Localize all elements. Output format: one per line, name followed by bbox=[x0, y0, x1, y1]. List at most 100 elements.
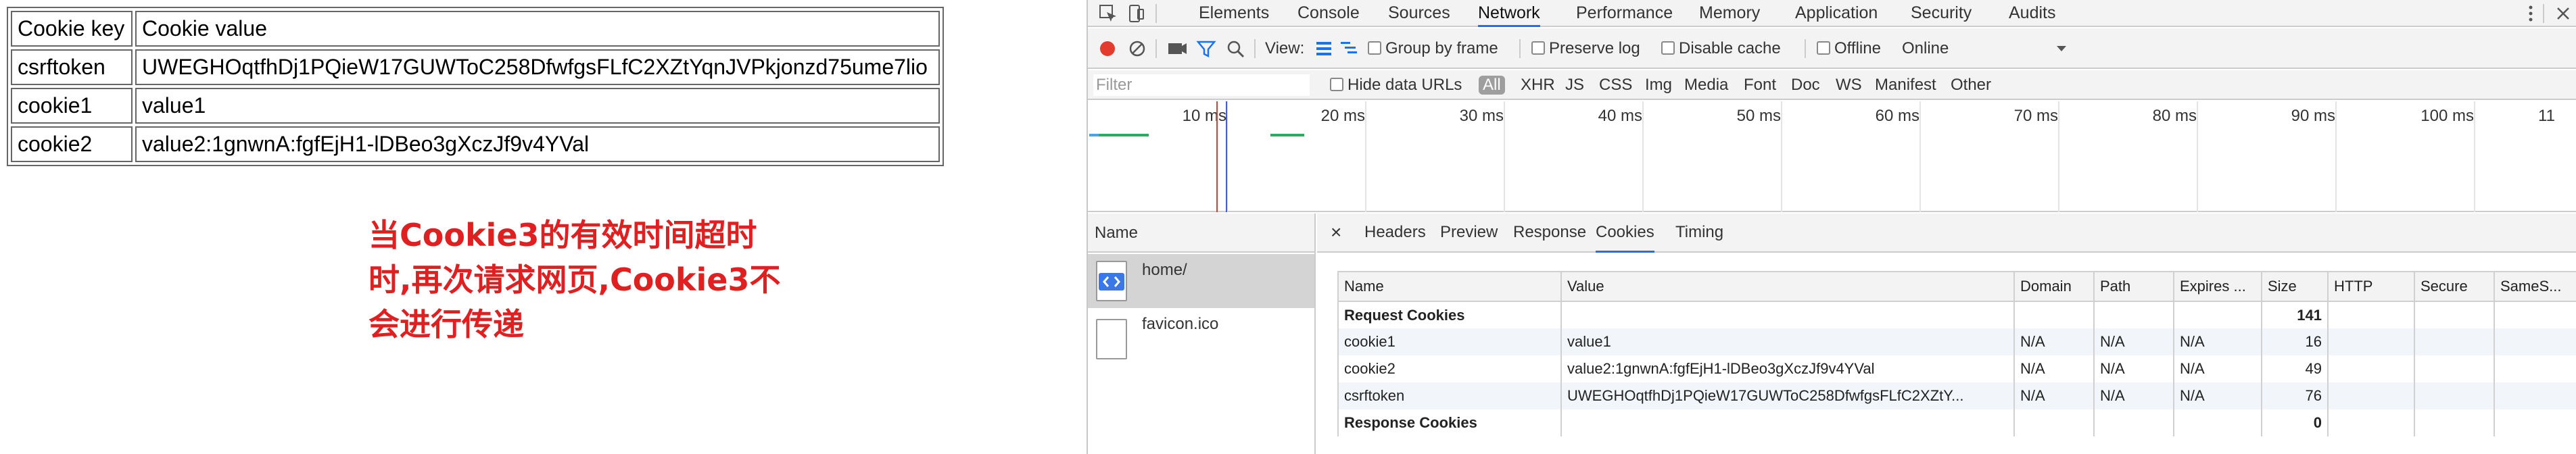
clear-icon[interactable] bbox=[1127, 28, 1147, 69]
timeline-tick: 11 bbox=[2538, 107, 2555, 125]
throttling-select[interactable]: Online bbox=[1902, 28, 1949, 69]
annotation-line: 时,再次请求网页,Cookie3不 bbox=[368, 261, 781, 298]
request-list-header[interactable]: Name bbox=[1088, 213, 1314, 253]
timeline-tick: 30 ms bbox=[1459, 107, 1504, 125]
filter-type-ws[interactable]: WS bbox=[1836, 70, 1862, 100]
hide-data-urls-checkbox[interactable]: Hide data URLs bbox=[1330, 70, 1462, 100]
more-options-icon[interactable] bbox=[2520, 3, 2542, 24]
column-expires[interactable]: Expires ... bbox=[2173, 271, 2262, 302]
filter-type-img[interactable]: Img bbox=[1645, 70, 1672, 100]
cookie-key-cell: cookie2 bbox=[11, 126, 133, 162]
filter-funnel-icon[interactable] bbox=[1196, 28, 1216, 69]
cookie-table: Cookie key Cookie value csrftoken UWEGHO… bbox=[7, 7, 944, 166]
document-icon bbox=[1096, 261, 1127, 301]
tab-response[interactable]: Response bbox=[1513, 213, 1586, 253]
tab-memory[interactable]: Memory bbox=[1699, 0, 1760, 27]
timeline-tick: 70 ms bbox=[2013, 107, 2058, 125]
table-row[interactable]: csrftoken UWEGHOqtfhDj1PQieW17GUWToC258D… bbox=[1337, 382, 2576, 409]
cookie-domain: N/A bbox=[2013, 382, 2095, 409]
group-label: Response Cookies bbox=[1337, 409, 1562, 436]
offline-checkbox[interactable]: Offline bbox=[1817, 28, 1881, 69]
table-row[interactable]: cookie2 value2:1gnwnA:fgfEjH1-lDBeo3gXcz… bbox=[1337, 355, 2576, 382]
request-item-favicon[interactable]: favicon.ico bbox=[1088, 308, 1314, 362]
cookie-size: 49 bbox=[2261, 355, 2329, 382]
filter-type-doc[interactable]: Doc bbox=[1791, 70, 1820, 100]
response-cookies-group: Response Cookies 0 bbox=[1337, 409, 2576, 436]
cookie-name: csrftoken bbox=[1337, 382, 1562, 409]
timeline-tick: 20 ms bbox=[1320, 107, 1365, 125]
filter-input[interactable] bbox=[1093, 74, 1310, 96]
timeline-tick: 60 ms bbox=[1875, 107, 1919, 125]
tab-sources[interactable]: Sources bbox=[1388, 0, 1450, 27]
group-by-frame-checkbox[interactable]: Group by frame bbox=[1368, 28, 1498, 69]
request-item-home[interactable]: home/ bbox=[1088, 254, 1314, 308]
column-http[interactable]: HTTP bbox=[2327, 271, 2415, 302]
cookie-name: cookie1 bbox=[1337, 328, 1562, 355]
screenshot-camera-icon[interactable] bbox=[1166, 28, 1188, 69]
column-name[interactable]: Name bbox=[1337, 271, 1562, 302]
tab-timing[interactable]: Timing bbox=[1675, 213, 1723, 253]
column-size[interactable]: Size bbox=[2261, 271, 2329, 302]
column-domain[interactable]: Domain bbox=[2013, 271, 2095, 302]
device-toolbar-icon[interactable] bbox=[1126, 3, 1147, 24]
table-row[interactable]: cookie1 value1 N/A N/A N/A 16 bbox=[1337, 328, 2576, 355]
tab-preview[interactable]: Preview bbox=[1440, 213, 1498, 253]
web-page: Cookie key Cookie value csrftoken UWEGHO… bbox=[0, 0, 1085, 454]
cookie-path: N/A bbox=[2093, 382, 2174, 409]
filter-type-font[interactable]: Font bbox=[1744, 70, 1776, 100]
large-rows-icon[interactable] bbox=[1314, 28, 1334, 69]
tab-performance[interactable]: Performance bbox=[1576, 0, 1673, 27]
group-label: Request Cookies bbox=[1337, 301, 1562, 328]
file-icon bbox=[1096, 319, 1127, 359]
close-detail-icon[interactable]: × bbox=[1331, 213, 1341, 253]
cookie-path: N/A bbox=[2093, 328, 2174, 355]
filter-type-media[interactable]: Media bbox=[1684, 70, 1728, 100]
devtools-tabbar: Elements Console Sources Network Perform… bbox=[1088, 0, 2576, 27]
group-size: 0 bbox=[2261, 409, 2329, 436]
filter-type-xhr[interactable]: XHR bbox=[1521, 70, 1555, 100]
filter-type-manifest[interactable]: Manifest bbox=[1875, 70, 1936, 100]
hide-data-urls-label: Hide data URLs bbox=[1347, 76, 1462, 94]
column-secure[interactable]: Secure bbox=[2414, 271, 2495, 302]
tab-cookies[interactable]: Cookies bbox=[1596, 213, 1654, 253]
load-event-line bbox=[1216, 101, 1218, 212]
filter-type-all[interactable]: All bbox=[1479, 76, 1505, 95]
tab-network[interactable]: Network bbox=[1478, 0, 1540, 27]
filter-type-other[interactable]: Other bbox=[1951, 70, 1991, 100]
throttling-value: Online bbox=[1902, 39, 1949, 57]
cookie-size: 16 bbox=[2261, 328, 2329, 355]
filter-type-css[interactable]: CSS bbox=[1599, 70, 1632, 100]
tab-security[interactable]: Security bbox=[1911, 0, 1972, 27]
cookies-table-header: Name Value Domain Path Expires ... Size … bbox=[1337, 271, 2576, 302]
close-icon[interactable] bbox=[2552, 3, 2574, 24]
preserve-log-checkbox[interactable]: Preserve log bbox=[1531, 28, 1640, 69]
devtools-panel: Elements Console Sources Network Perform… bbox=[1087, 0, 2576, 454]
throttling-dropdown-icon[interactable] bbox=[2055, 28, 2068, 69]
column-value[interactable]: Value bbox=[1560, 271, 2015, 302]
disable-cache-label: Disable cache bbox=[1679, 39, 1781, 57]
preserve-log-label: Preserve log bbox=[1549, 39, 1640, 57]
request-item-label: home/ bbox=[1142, 261, 1187, 279]
cookie-expires: N/A bbox=[2173, 382, 2262, 409]
record-icon[interactable] bbox=[1097, 28, 1118, 69]
tab-application[interactable]: Application bbox=[1795, 0, 1878, 27]
dom-content-loaded-line bbox=[1226, 101, 1227, 212]
disable-cache-checkbox[interactable]: Disable cache bbox=[1661, 28, 1781, 69]
tab-elements[interactable]: Elements bbox=[1199, 0, 1269, 27]
column-path[interactable]: Path bbox=[2093, 271, 2174, 302]
tab-console[interactable]: Console bbox=[1297, 0, 1360, 27]
waterfall-overview-icon[interactable] bbox=[1339, 28, 1360, 69]
network-toolbar: View: Group by frame Preserve log Disabl… bbox=[1088, 28, 2576, 69]
tab-audits[interactable]: Audits bbox=[2009, 0, 2055, 27]
detail-tabs: × Headers Preview Response Cookies Timin… bbox=[1317, 213, 2576, 253]
request-list: Name home/ favicon.ico bbox=[1088, 213, 1316, 454]
inspect-element-icon[interactable] bbox=[1097, 3, 1119, 24]
cookie-name: cookie2 bbox=[1337, 355, 1562, 382]
timeline-overview[interactable]: 10 ms 20 ms 30 ms 40 ms 50 ms 60 ms 70 m… bbox=[1088, 101, 2576, 212]
search-icon[interactable] bbox=[1226, 28, 1246, 69]
tab-headers[interactable]: Headers bbox=[1364, 213, 1426, 253]
table-row: csrftoken UWEGHOqtfhDj1PQieW17GUWToC258D… bbox=[11, 49, 940, 85]
offline-label: Offline bbox=[1834, 39, 1881, 57]
filter-type-js[interactable]: JS bbox=[1565, 70, 1584, 100]
column-samesite[interactable]: SameS... bbox=[2494, 271, 2576, 302]
